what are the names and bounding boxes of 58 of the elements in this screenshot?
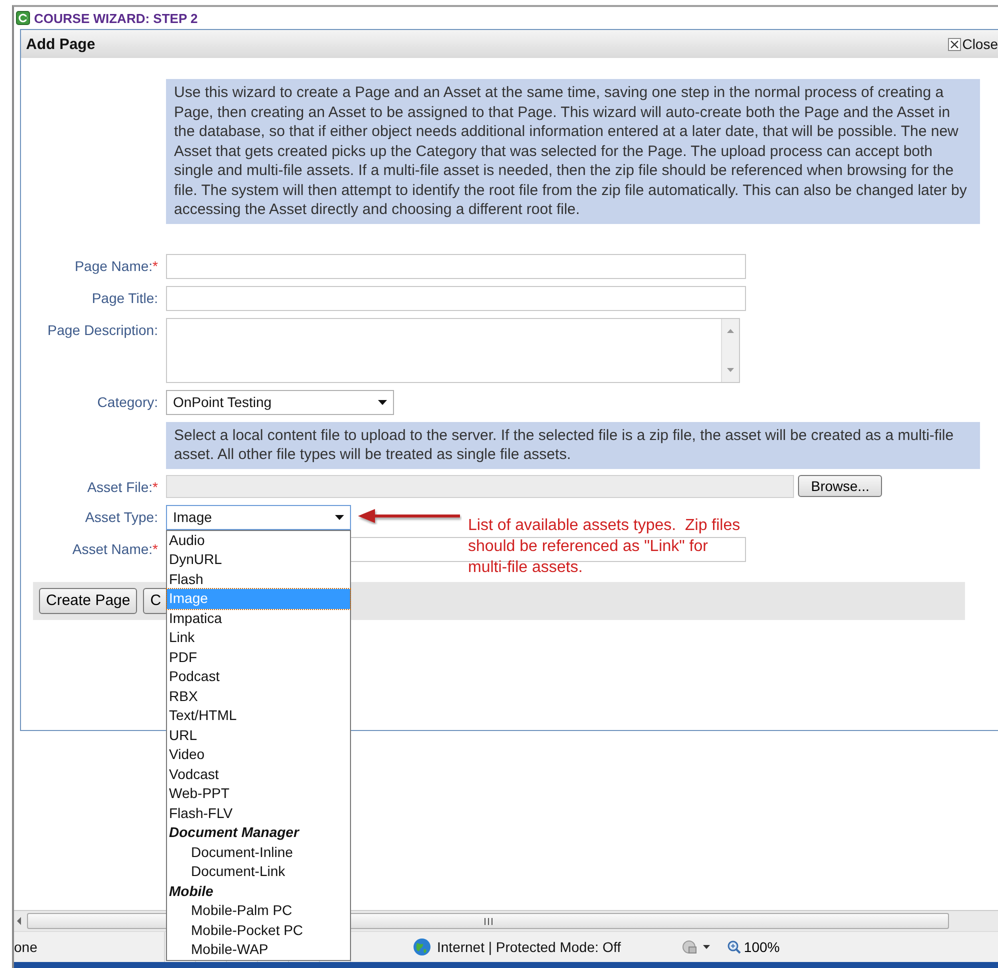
field-label: Asset File: (87, 478, 153, 494)
upload-note: Select a local content file to upload to the server. If the selected file is a zip file, the asset will be created as a multi-file asset. All other file types will be treated as single file assets. (166, 422, 980, 468)
scroll-left-icon[interactable] (15, 916, 23, 926)
status-text: one (14, 939, 38, 955)
window-title: COURSE WIZARD: STEP 2 (34, 10, 198, 26)
zoom-button[interactable]: 100% (726, 939, 780, 955)
grip-icon (484, 918, 492, 924)
file-field[interactable] (166, 474, 794, 498)
close-button[interactable]: Close (948, 36, 998, 52)
dropdown-option[interactable]: Flash-FLV (167, 804, 350, 823)
annotation-text: List of available assets types. Zip files should be referenced as "Link" for multi-file assets. (468, 516, 740, 578)
option-group: Mobile (167, 882, 350, 901)
option-group: Document Manager (167, 823, 350, 842)
dropdown-option[interactable]: Document-Inline (167, 842, 350, 862)
dropdown-option[interactable]: Mobile-Palm PC (167, 901, 350, 920)
caret-icon (335, 514, 344, 520)
required-mark: * (152, 540, 158, 556)
dropdown-option[interactable]: DynURL (167, 550, 350, 570)
browse-button[interactable]: Browse... (798, 474, 882, 496)
field-label: Asset Name: (72, 540, 153, 556)
dropdown-option[interactable]: Podcast (167, 667, 350, 686)
dropdown-option[interactable]: Text/HTML (167, 706, 350, 726)
category-select[interactable]: OnPoint Testing (166, 390, 394, 414)
dropdown-option[interactable]: Video (167, 745, 350, 764)
dropdown-option[interactable]: PDF (167, 648, 350, 667)
close-icon (948, 38, 962, 50)
text-field[interactable] (166, 286, 746, 310)
field-label: Asset Type: (85, 508, 158, 524)
dropdown-option[interactable]: Impatica (167, 608, 350, 628)
form-button[interactable]: Create Page (39, 588, 138, 614)
zoom-icon (726, 940, 741, 954)
dropdown-option[interactable]: Link (167, 628, 350, 648)
dropdown-option[interactable]: Mobile-WAP (167, 940, 350, 960)
dropdown-option[interactable]: URL (167, 726, 350, 745)
caret-icon (378, 400, 387, 404)
required-mark: * (152, 258, 158, 274)
dialog-title: Add Page (26, 36, 96, 52)
dropdown-option[interactable]: Mobile-Pocket PC (167, 920, 350, 940)
required-mark: * (152, 478, 158, 494)
form-button[interactable]: C (143, 588, 168, 614)
app-icon (16, 11, 30, 25)
field-label: Page Title: (92, 290, 158, 306)
zone-text: Internet | Protected Mode: Off (437, 939, 621, 955)
dropdown-option[interactable]: Vodcast (167, 764, 350, 784)
security-icon[interactable] (680, 939, 711, 955)
field-label: Category: (97, 394, 158, 410)
dropdown-option[interactable]: RBX (167, 686, 350, 706)
asset-type-select[interactable]: Image (166, 504, 351, 530)
dropdown-option[interactable]: Audio (167, 530, 350, 550)
globe-icon (413, 938, 431, 956)
description-field[interactable] (166, 318, 740, 382)
dropdown-option[interactable]: Flash (167, 570, 350, 589)
text-field[interactable] (166, 254, 746, 278)
field-label: Page Description: (47, 322, 158, 338)
dropdown-option[interactable]: Web-PPT (167, 784, 350, 804)
dropdown-option[interactable]: Document-Link (167, 862, 350, 882)
field-label: Page Name: (74, 258, 153, 274)
intro-text: Use this wizard to create a Page and an Asset at the same time, saving one step in the normal process of creating a Page, then creating an Asset to be assigned to that Page. This wizard will auto-create both the Page and the Asset in the database, so that if either object needs additional information entered at a later date, that will be possible. The new Asset that gets created picks up the Category that was selected for the Page. The upload process can accept both single and multi-file assets. If a multi-file asset is needed, then the zip file should be referenced when browsing for the file. The system will then attempt to identify the root file from the zip file automatically. This can also be changed later by accessing the Asset directly and choosing a different root file. (166, 79, 980, 224)
